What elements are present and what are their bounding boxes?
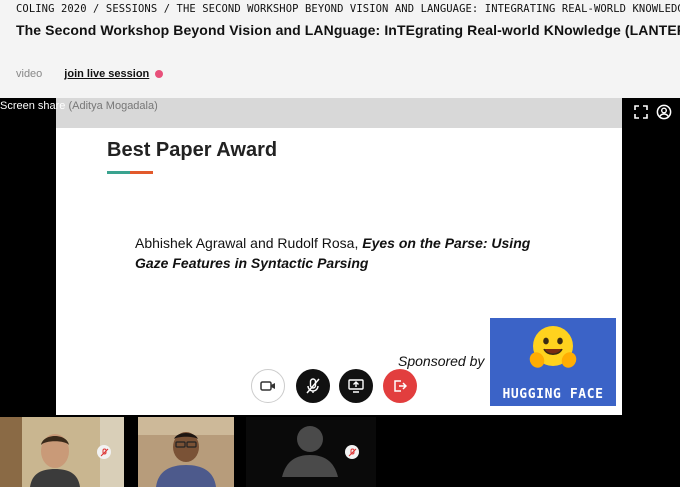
- share-screen-icon: [348, 379, 364, 393]
- mic-muted-icon: [348, 448, 356, 456]
- leave-icon: [394, 380, 407, 392]
- participant-video-feed: [138, 417, 234, 487]
- tab-video[interactable]: video: [16, 68, 42, 80]
- mic-muted-badge: [97, 445, 111, 459]
- session-tabs: video join live session: [16, 68, 164, 80]
- share-screen-button[interactable]: [339, 369, 373, 403]
- participant-video-tile[interactable]: [246, 417, 376, 487]
- screen-share-title: Screen share: [0, 100, 66, 112]
- leave-call-button[interactable]: [383, 369, 417, 403]
- breadcrumb-separator: /: [86, 3, 106, 15]
- paper-authors: Abhishek Agrawal and Rudolf Rosa,: [135, 235, 363, 251]
- app-page: COLING 2020 / SESSIONS / THE SECOND WORK…: [0, 0, 680, 487]
- video-stage: Screen share (Aditya Mogadala) Best Pape…: [0, 98, 680, 487]
- slide-title-underline: [107, 171, 153, 174]
- sponsored-by-label: Sponsored by: [398, 353, 485, 369]
- session-header: COLING 2020 / SESSIONS / THE SECOND WORK…: [0, 0, 680, 98]
- tab-join-live-session[interactable]: join live session: [64, 68, 149, 80]
- mic-muted-icon: [100, 448, 108, 456]
- mic-muted-badge: [345, 445, 359, 459]
- camera-toggle-button[interactable]: [251, 369, 285, 403]
- breadcrumb-separator: /: [157, 3, 177, 15]
- screen-share-label: Screen share (Aditya Mogadala): [0, 100, 158, 112]
- sponsor-name: HUGGING FACE: [502, 387, 604, 402]
- breadcrumb: COLING 2020 / SESSIONS / THE SECOND WORK…: [16, 3, 680, 15]
- award-paper-text: Abhishek Agrawal and Rudolf Rosa, Eyes o…: [135, 233, 565, 273]
- breadcrumb-conference[interactable]: COLING 2020: [16, 3, 87, 15]
- page-title: The Second Workshop Beyond Vision and LA…: [16, 22, 680, 38]
- breadcrumb-workshop: THE SECOND WORKSHOP BEYOND VISION AND LA…: [176, 3, 680, 15]
- participant-video-tile[interactable]: [0, 417, 124, 487]
- participant-video-tile[interactable]: [138, 417, 234, 487]
- hugging-face-emoji-icon: [529, 326, 577, 368]
- shared-slide: Best Paper Award Abhishek Agrawal and Ru…: [56, 128, 622, 415]
- live-indicator-dot: [155, 70, 164, 78]
- mic-toggle-button[interactable]: [296, 369, 330, 403]
- account-icon[interactable]: [656, 104, 672, 120]
- breadcrumb-sessions[interactable]: SESSIONS: [106, 3, 157, 15]
- mic-muted-icon: [306, 378, 320, 394]
- hugging-face-logo: HUGGING FACE: [490, 318, 616, 406]
- screen-share-presenter: (Aditya Mogadala): [68, 100, 158, 112]
- fullscreen-icon[interactable]: [633, 104, 649, 120]
- camera-icon: [260, 381, 275, 391]
- slide-title: Best Paper Award: [107, 139, 278, 161]
